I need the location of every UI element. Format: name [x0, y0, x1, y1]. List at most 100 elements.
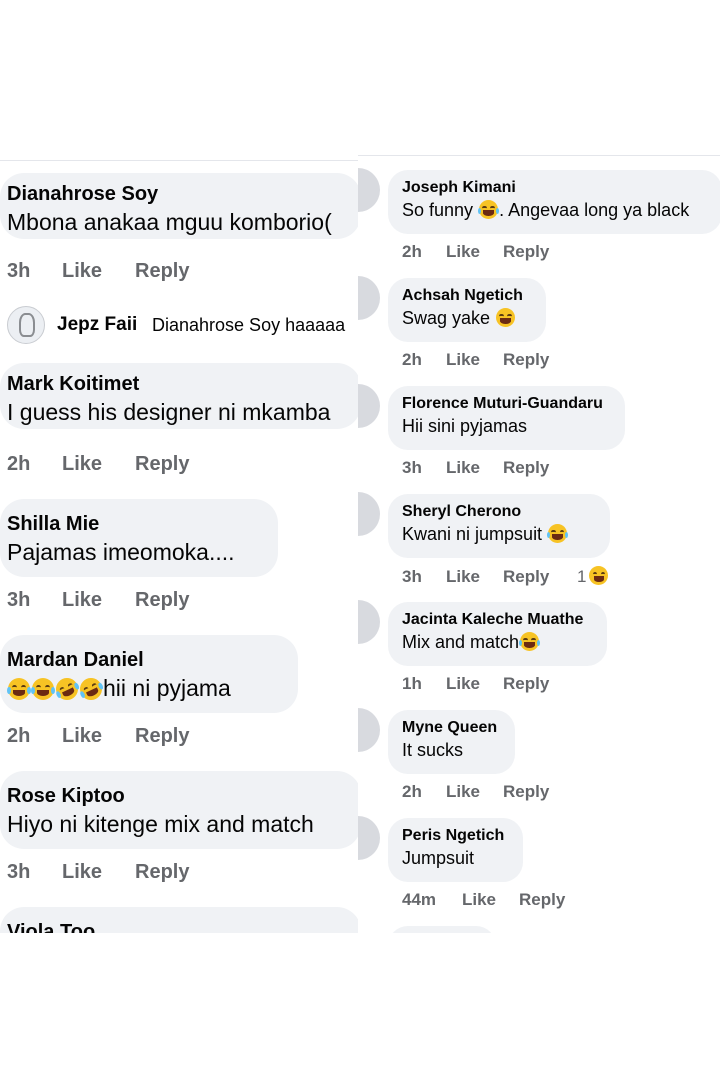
comment-time[interactable]: 2h — [402, 782, 446, 802]
avatar[interactable] — [358, 816, 380, 860]
comment-actions: 3h Like Reply — [7, 589, 189, 612]
comment-bubble: Mardan Daniel hii ni pyjama — [0, 635, 298, 713]
like-button[interactable]: Like — [62, 260, 135, 283]
like-button[interactable]: Like — [62, 453, 135, 476]
comment-time[interactable]: 3h — [7, 589, 62, 612]
like-button[interactable]: Like — [62, 861, 135, 884]
avatar[interactable] — [358, 600, 380, 644]
comment-bubble: Myne Queen It sucks — [388, 710, 515, 774]
commenter-name[interactable]: Jacinta Kaleche Muathe — [402, 610, 593, 630]
crying-laughing-emoji-icon — [546, 524, 569, 543]
avatar[interactable] — [358, 168, 380, 212]
reply-button[interactable]: Reply — [519, 890, 565, 910]
reply-button[interactable]: Reply — [135, 589, 189, 612]
grinning-emoji-icon — [496, 308, 516, 327]
laughing-reaction-icon[interactable] — [589, 566, 609, 585]
comment-actions: 1h Like Reply — [402, 674, 549, 694]
like-button[interactable]: Like — [446, 458, 503, 478]
comment-actions: 2h Like Reply — [402, 782, 549, 802]
avatar[interactable] — [358, 492, 380, 536]
comment-time[interactable]: 44m — [402, 890, 462, 910]
comment-text-content: hii ni pyjama — [103, 675, 231, 701]
comment-text: Kwani ni jumpsuit — [402, 522, 596, 546]
commenter-name[interactable]: Peris Ngetich — [402, 826, 509, 846]
commenter-name[interactable]: Mark Koitimet — [7, 371, 361, 397]
like-button[interactable]: Like — [462, 890, 519, 910]
like-button[interactable]: Like — [62, 589, 135, 612]
comment-bubble: Joseph Kimani So funny . Angevaa long ya… — [388, 170, 720, 234]
comment-bubble: Viola Too — [0, 907, 361, 933]
comment-actions: 2h Like Reply — [7, 453, 189, 476]
reply-button[interactable]: Reply — [503, 242, 549, 262]
comment-bubble: Peris Ngetich Jumpsuit — [388, 818, 523, 882]
commenter-name[interactable]: Dianahrose Soy — [7, 181, 361, 207]
comment-actions: 2h Like Reply — [7, 725, 189, 748]
comment-bubble: Florence Muturi-Guandaru Hii sini pyjama… — [388, 386, 625, 450]
like-button[interactable]: Like — [62, 725, 135, 748]
like-button[interactable]: Like — [446, 567, 503, 587]
comment-text: I guess his designer ni mkamba — [7, 399, 331, 425]
comment-text: Mix and match — [402, 630, 593, 654]
reply-button[interactable]: Reply — [135, 260, 189, 283]
commenter-name[interactable]: Mardan Daniel — [7, 647, 298, 673]
like-button[interactable]: Like — [446, 782, 503, 802]
comment-time[interactable]: 3h — [7, 861, 62, 884]
comment-text: Swag yake — [402, 306, 532, 330]
crying-laughing-emoji-icon — [30, 678, 56, 700]
comment-text: Jumpsuit — [402, 848, 475, 868]
comment-bubble: Jacinta Kaleche Muathe Mix and match — [388, 602, 607, 666]
commenter-name[interactable]: Viola Too — [7, 919, 361, 933]
reply-button[interactable]: Reply — [503, 782, 549, 802]
comment-time[interactable]: 2h — [7, 725, 62, 748]
commenter-name[interactable]: Rose Kiptoo — [7, 783, 361, 809]
left-comments-panel: Dianahrose Soy Mbona anakaa mguu kombori… — [0, 160, 361, 933]
commenter-name[interactable]: Joseph Kimani — [402, 178, 720, 198]
comment-time[interactable]: 1h — [402, 674, 446, 694]
comment-time[interactable]: 2h — [402, 350, 446, 370]
commenter-name[interactable]: Florence Muturi-Guandaru — [402, 394, 611, 414]
comment-actions: 3h Like Reply 1 — [402, 566, 609, 587]
comment-time[interactable]: 2h — [402, 242, 446, 262]
comment-actions: 3h Like Reply — [7, 260, 189, 283]
comment-time[interactable]: 3h — [402, 567, 446, 587]
like-button[interactable]: Like — [446, 674, 503, 694]
right-comments-panel: Joseph Kimani So funny . Angevaa long ya… — [358, 155, 720, 933]
crying-laughing-emoji-icon — [518, 632, 541, 651]
comment-bubble: Mark Koitimet I guess his designer ni mk… — [0, 363, 361, 429]
reply-button[interactable]: Reply — [135, 725, 189, 748]
comment-text-content: . Angevaa long ya black — [499, 200, 690, 220]
reply-button[interactable]: Reply — [503, 567, 577, 587]
reaction-count[interactable]: 1 — [577, 567, 586, 587]
comment-text: Pajamas imeomoka.... — [7, 539, 235, 565]
reply-button[interactable]: Reply — [503, 458, 549, 478]
reply-button[interactable]: Reply — [503, 674, 549, 694]
crying-laughing-emoji-icon — [477, 200, 500, 219]
comment-text: So funny . Angevaa long ya black — [402, 198, 720, 222]
comment-actions: 2h Like Reply — [402, 242, 549, 262]
comment-text: It sucks — [402, 740, 464, 760]
commenter-name[interactable]: Sheryl Cherono — [402, 502, 596, 522]
avatar[interactable] — [7, 306, 45, 344]
crying-laughing-emoji-icon — [6, 678, 32, 700]
reply-button[interactable]: Reply — [135, 861, 189, 884]
comment-text-content: Swag yake — [402, 308, 496, 328]
comment-text-content: Mix and match — [402, 632, 520, 652]
commenter-name[interactable]: Achsah Ngetich — [402, 286, 532, 306]
commenter-name[interactable]: Shilla Mie — [7, 511, 278, 537]
like-button[interactable]: Like — [446, 350, 503, 370]
comment-bubble: Achsah Ngetich Swag yake — [388, 278, 546, 342]
comment-time[interactable]: 3h — [402, 458, 446, 478]
reply-button[interactable]: Reply — [503, 350, 549, 370]
comment-text: Hii sini pyjamas — [402, 416, 528, 436]
reply-text: Dianahrose Soy haaaaa — [152, 315, 346, 335]
avatar[interactable] — [358, 384, 380, 428]
avatar[interactable] — [358, 708, 380, 752]
like-button[interactable]: Like — [446, 242, 503, 262]
comment-time[interactable]: 2h — [7, 453, 62, 476]
commenter-name[interactable]: Myne Queen — [402, 718, 501, 738]
comment-bubble: Sheryl Cherono Kwani ni jumpsuit — [388, 494, 610, 558]
reply-author-name[interactable]: Jepz Faii — [57, 314, 137, 336]
reply-button[interactable]: Reply — [135, 453, 189, 476]
avatar[interactable] — [358, 276, 380, 320]
comment-time[interactable]: 3h — [7, 260, 62, 283]
